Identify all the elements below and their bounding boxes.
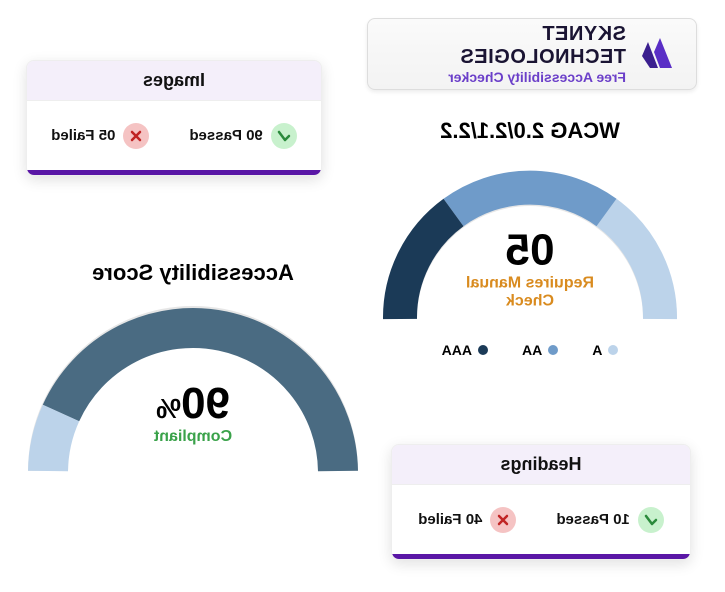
- images-failed: 05 Failed: [51, 123, 149, 149]
- legend-aa-label: AA: [522, 342, 542, 358]
- wcag-title: WCAG 2.0/2.1/2.2: [365, 118, 695, 144]
- card-accent-bar: [392, 554, 690, 559]
- wcag-legend: A AA AAA: [365, 342, 695, 358]
- dot-icon: [548, 345, 558, 355]
- brand-tagline: Free Accessibility Checker: [382, 69, 626, 85]
- x-icon: [490, 507, 516, 533]
- legend-item-aa: AA: [522, 342, 558, 358]
- legend-item-a: A: [592, 342, 618, 358]
- card-accent-bar: [27, 170, 321, 175]
- dot-icon: [608, 345, 618, 355]
- brand-name: SKYNET TECHNOLOGIES: [382, 23, 626, 69]
- wcag-value: 05: [448, 228, 613, 272]
- images-passed: 90 Passed: [189, 123, 296, 149]
- headings-passed-label: 10 Passed: [556, 511, 629, 528]
- brand-logo-icon: [638, 32, 682, 76]
- images-passed-label: 90 Passed: [189, 127, 262, 144]
- headings-card-title: Headings: [392, 445, 690, 485]
- headings-passed: 10 Passed: [556, 507, 663, 533]
- score-title: Accessibility Score: [18, 260, 368, 286]
- score-number: 90: [181, 378, 230, 427]
- check-icon: [638, 507, 664, 533]
- legend-a-label: A: [592, 342, 602, 358]
- check-icon: [271, 123, 297, 149]
- headings-card: Headings 10 Passed 40 Failed: [391, 444, 691, 560]
- images-failed-label: 05 Failed: [51, 127, 115, 144]
- wcag-sub: Requires Manual Check: [448, 274, 613, 310]
- score-gauge-panel: Accessibility Score 90% Compliant: [18, 260, 368, 486]
- x-icon: [123, 123, 149, 149]
- headings-failed: 40 Failed: [418, 507, 516, 533]
- wcag-gauge-panel: WCAG 2.0/2.1/2.2 05 Requires Manual Chec…: [365, 118, 695, 358]
- images-card-title: Images: [27, 61, 321, 101]
- score-sub: Compliant: [154, 427, 232, 445]
- headings-failed-label: 40 Failed: [418, 511, 482, 528]
- legend-item-aaa: AAA: [442, 342, 488, 358]
- score-pct: %: [156, 392, 181, 423]
- dot-icon: [478, 345, 488, 355]
- legend-aaa-label: AAA: [442, 342, 472, 358]
- score-value: 90%: [154, 381, 232, 425]
- brand-card: SKYNET TECHNOLOGIES Free Accessibility C…: [367, 18, 697, 90]
- images-card: Images 90 Passed 05 Failed: [26, 60, 322, 176]
